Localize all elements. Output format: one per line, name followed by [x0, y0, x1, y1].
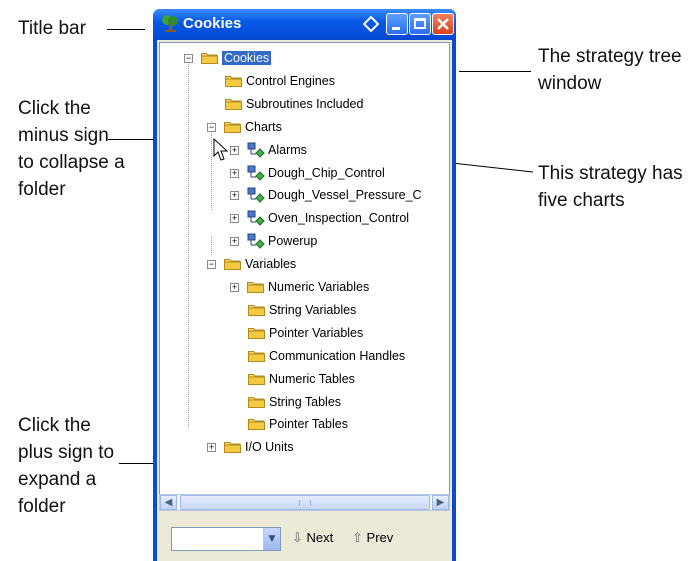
chart-icon — [247, 233, 265, 249]
chart-icon — [247, 210, 265, 227]
chart-icon — [247, 187, 265, 204]
tree-item[interactable]: Numeric Tables — [160, 370, 449, 390]
folder-icon — [224, 259, 241, 271]
tree-item-label: Powerup — [268, 234, 318, 249]
diamond-icon[interactable] — [363, 16, 379, 32]
chart-icon — [247, 165, 265, 181]
tree-item[interactable]: String Variables — [160, 301, 449, 321]
tree-item-label: Numeric Tables — [269, 371, 355, 386]
tree-item-label: Cookies — [222, 51, 272, 65]
strategy-tree-window: Cookies − Cookies Control Engines Subrou… — [153, 9, 456, 561]
folder-icon — [247, 282, 264, 293]
window-title: Cookies — [183, 15, 242, 32]
scroll-left-button[interactable]: ◀ — [160, 495, 177, 510]
expand-plus-icon[interactable]: + — [207, 443, 216, 453]
tree-item-label: Pointer Tables — [269, 417, 348, 432]
expand-plus-icon[interactable]: + — [230, 168, 239, 178]
maximize-icon — [414, 18, 426, 29]
folder-icon — [224, 442, 241, 454]
tree-item[interactable]: − Charts — [160, 118, 449, 138]
tree-item[interactable]: + Numeric Variables — [160, 278, 449, 298]
minimize-button[interactable] — [386, 13, 408, 35]
folder-icon — [225, 98, 242, 110]
close-button[interactable] — [432, 13, 454, 35]
tree-item-label: Pointer Variables — [269, 325, 364, 340]
tree-item[interactable]: − Variables — [160, 255, 449, 275]
tree-item[interactable]: Control Engines — [160, 72, 449, 92]
tree-item[interactable]: + I/O Units — [160, 438, 449, 458]
folder-icon — [248, 304, 265, 316]
find-combo[interactable]: ▼ — [171, 527, 281, 551]
expand-plus-icon[interactable]: + — [230, 191, 239, 201]
tree-item[interactable]: + Dough_Vessel_Pressure_C — [160, 186, 449, 206]
tree-item-label: Alarms — [268, 142, 307, 157]
folder-icon — [248, 396, 265, 408]
down-arrow-icon: ⇩ — [292, 530, 303, 545]
next-label: Next — [306, 530, 334, 545]
tree-item[interactable]: Pointer Tables — [160, 415, 449, 435]
folder-icon — [224, 121, 241, 133]
next-button[interactable]: ⇩ Next — [292, 530, 333, 546]
scroll-thumb[interactable] — [180, 495, 430, 510]
tree-item-label: Dough_Chip_Control — [268, 165, 385, 180]
window-client: − Cookies Control Engines Subroutines Inclu… — [157, 40, 452, 561]
tree-item-label: Numeric Variables — [268, 280, 370, 294]
folder-open-icon — [201, 53, 218, 64]
tree-item-label: String Variables — [269, 302, 357, 317]
tree-icon — [162, 15, 178, 32]
expand-plus-icon[interactable]: + — [230, 237, 239, 247]
tree-item[interactable]: + Powerup — [160, 232, 449, 252]
tree-item[interactable]: String Tables — [160, 393, 449, 413]
folder-icon — [248, 327, 265, 339]
folder-icon — [248, 373, 265, 385]
prev-label: Prev — [366, 530, 394, 545]
up-arrow-icon: ⇧ — [352, 530, 363, 545]
combo-dropdown-button[interactable]: ▼ — [263, 528, 280, 550]
tree-item-label: Variables — [245, 257, 297, 272]
tree-item-label: Communication Handles — [269, 348, 406, 363]
collapse-minus-icon[interactable]: − — [207, 260, 216, 270]
folder-icon — [225, 75, 242, 87]
tree-item-label: Subroutines Included — [246, 96, 364, 111]
tree-item[interactable]: − Cookies — [160, 49, 449, 69]
close-icon — [437, 18, 449, 30]
tree-item-label: I/O Units — [245, 440, 294, 455]
tree-item[interactable]: Pointer Variables — [160, 324, 449, 344]
maximize-button[interactable] — [409, 13, 431, 35]
scroll-right-button[interactable]: ▶ — [432, 495, 449, 510]
expand-plus-icon[interactable]: + — [230, 145, 239, 155]
tree-item-label: String Tables — [269, 394, 342, 409]
tree-item-label: Dough_Vessel_Pressure_C — [268, 188, 422, 203]
prev-button[interactable]: ⇧ Prev — [352, 530, 393, 546]
expand-plus-icon[interactable]: + — [230, 283, 239, 292]
tree-item-label: Control Engines — [246, 73, 335, 88]
tree-item[interactable]: + Alarms — [160, 141, 449, 161]
tree-item[interactable]: Subroutines Included — [160, 95, 449, 115]
tree-item[interactable]: + Oven_Inspection_Control — [160, 209, 449, 229]
minimize-icon — [392, 27, 400, 30]
tree-item-label: Charts — [245, 119, 282, 134]
tree-item-label: Oven_Inspection_Control — [268, 211, 410, 226]
collapse-minus-icon[interactable]: − — [184, 54, 193, 63]
thumb-grip-icon — [299, 500, 311, 506]
expand-plus-icon[interactable]: + — [230, 214, 239, 224]
mouse-pointer-icon — [213, 138, 229, 161]
collapse-minus-icon[interactable]: − — [207, 122, 216, 132]
folder-icon — [248, 419, 265, 431]
title-bar[interactable]: Cookies — [153, 9, 456, 40]
tree-item[interactable]: + Dough_Chip_Control — [160, 164, 449, 184]
chart-icon — [247, 142, 265, 158]
folder-icon — [248, 350, 265, 362]
callout-plus-sign: Click the plus sign to expand a folder — [18, 415, 115, 517]
horizontal-scrollbar[interactable]: ◀ ▶ — [159, 494, 450, 511]
strategy-tree[interactable]: − Cookies Control Engines Subroutines Inclu… — [159, 42, 450, 496]
tree-item[interactable]: Communication Handles — [160, 347, 449, 367]
